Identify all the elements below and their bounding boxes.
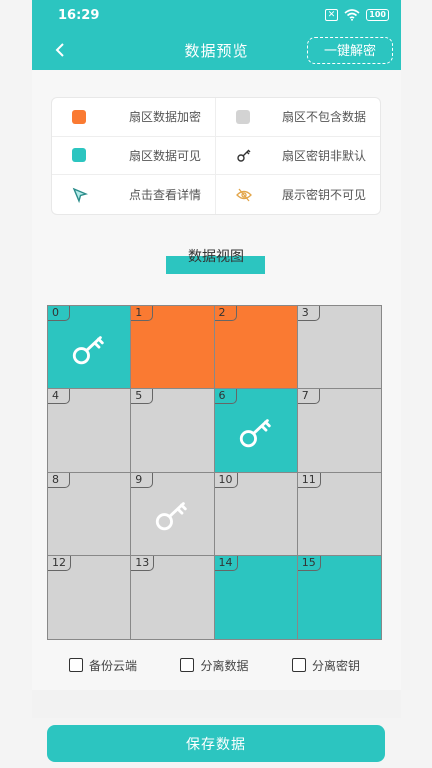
separate-data-option[interactable]: 分离数据: [180, 653, 249, 677]
sector-cell[interactable]: 1: [131, 306, 215, 390]
sim-icon: ✕: [324, 9, 339, 21]
checkbox[interactable]: [291, 658, 306, 672]
save-data-button[interactable]: 保存数据: [47, 725, 385, 762]
sector-cell[interactable]: 15: [297, 555, 381, 639]
sector-number: 8: [48, 472, 70, 488]
sector-number: 2: [214, 306, 237, 321]
one-click-decrypt-button[interactable]: 一键解密: [307, 37, 393, 64]
sector-number: 13: [131, 555, 155, 571]
sector-cell[interactable]: 8: [48, 472, 132, 556]
sector-number: 6: [214, 389, 237, 405]
legend-label: 展示密钥不可见: [281, 188, 366, 203]
sector-number: 9: [131, 472, 154, 488]
key-icon: [156, 502, 188, 531]
checkbox[interactable]: [69, 658, 83, 672]
sector-cell[interactable]: 3: [297, 306, 381, 390]
sector-number: 4: [48, 389, 70, 405]
legend-visible: 扇区数据可见: [52, 136, 216, 176]
sector-cell[interactable]: 9: [131, 472, 215, 556]
sector-number: 1: [131, 306, 154, 321]
nav-bar: 数据预览 一键解密: [32, 30, 401, 70]
legend-label: 扇区不包含数据: [281, 110, 366, 125]
sector-number: 0: [48, 306, 70, 321]
sector-cell[interactable]: 13: [131, 555, 215, 639]
sector-cell[interactable]: 11: [297, 472, 381, 556]
sector-number: 15: [297, 555, 321, 571]
legend-label: 扇区数据可见: [128, 148, 201, 163]
sector-number: 10: [214, 472, 238, 488]
legend-label: 扇区数据加密: [128, 110, 201, 125]
gray-square-icon: [236, 109, 250, 124]
status-icons: ✕ 100: [324, 9, 389, 21]
cursor-arrow-icon: [72, 187, 88, 203]
orange-square-icon: [72, 109, 86, 124]
key-icon: [239, 419, 271, 448]
sector-cell[interactable]: 2: [214, 306, 298, 390]
legend-label: 点击查看详情: [128, 188, 201, 203]
sector-number: 12: [48, 555, 71, 571]
legend-key-nondefault: 扇区密钥非默认: [216, 137, 380, 176]
sector-cell[interactable]: 4: [48, 389, 132, 473]
legend-empty: 扇区不包含数据: [216, 98, 380, 137]
sector-number: 7: [297, 389, 320, 405]
sector-cell[interactable]: 12: [48, 555, 132, 639]
app-header: 16:29 ✕ 100 数据预览 一键解密: [32, 0, 401, 70]
battery-icon: 100: [366, 9, 389, 21]
separate-key-option[interactable]: 分离密钥: [291, 653, 360, 677]
legend-card: 扇区数据加密 扇区不包含数据 扇区数据可见 扇区密钥非默认 点击查看详情 展示密…: [51, 97, 381, 215]
data-view-title: 数据视图: [188, 249, 244, 265]
wifi-icon: [344, 9, 360, 21]
sector-number: 3: [297, 306, 320, 321]
legend-label: 扇区密钥非默认: [281, 148, 366, 163]
status-bar: 16:29 ✕ 100: [32, 0, 401, 30]
sector-cell[interactable]: 14: [214, 555, 298, 639]
key-icon: [237, 149, 251, 163]
sector-cell[interactable]: 7: [297, 389, 381, 473]
legend-key-hidden: 展示密钥不可见: [216, 175, 380, 214]
legend-click-detail: 点击查看详情: [52, 175, 216, 214]
option-label: 备份云端: [89, 658, 138, 673]
option-label: 分离密钥: [311, 658, 360, 673]
bottom-divider: [32, 690, 401, 718]
teal-square-icon: [72, 148, 86, 163]
sector-number: 5: [131, 389, 154, 405]
sector-cell[interactable]: 10: [214, 472, 298, 556]
sector-cell[interactable]: 6: [214, 389, 298, 473]
options-row: 备份云端 分离数据 分离密钥: [47, 653, 382, 677]
sector-number: 11: [297, 472, 321, 488]
eye-slash-icon: [236, 188, 252, 202]
option-label: 分离数据: [200, 658, 249, 673]
status-time: 16:29: [58, 7, 100, 23]
sector-cell[interactable]: 0: [48, 306, 132, 390]
checkbox[interactable]: [180, 658, 195, 672]
key-icon: [72, 335, 104, 364]
sector-cell[interactable]: 5: [131, 389, 215, 473]
sector-grid: 0 1 2 3 4 5 6 7 8 9 10 11 12 13 14 15: [47, 305, 382, 640]
legend-encrypted: 扇区数据加密: [52, 98, 216, 137]
data-view-heading: 数据视图: [166, 244, 266, 274]
sector-number: 14: [214, 555, 238, 571]
backup-cloud-option[interactable]: 备份云端: [69, 653, 137, 677]
